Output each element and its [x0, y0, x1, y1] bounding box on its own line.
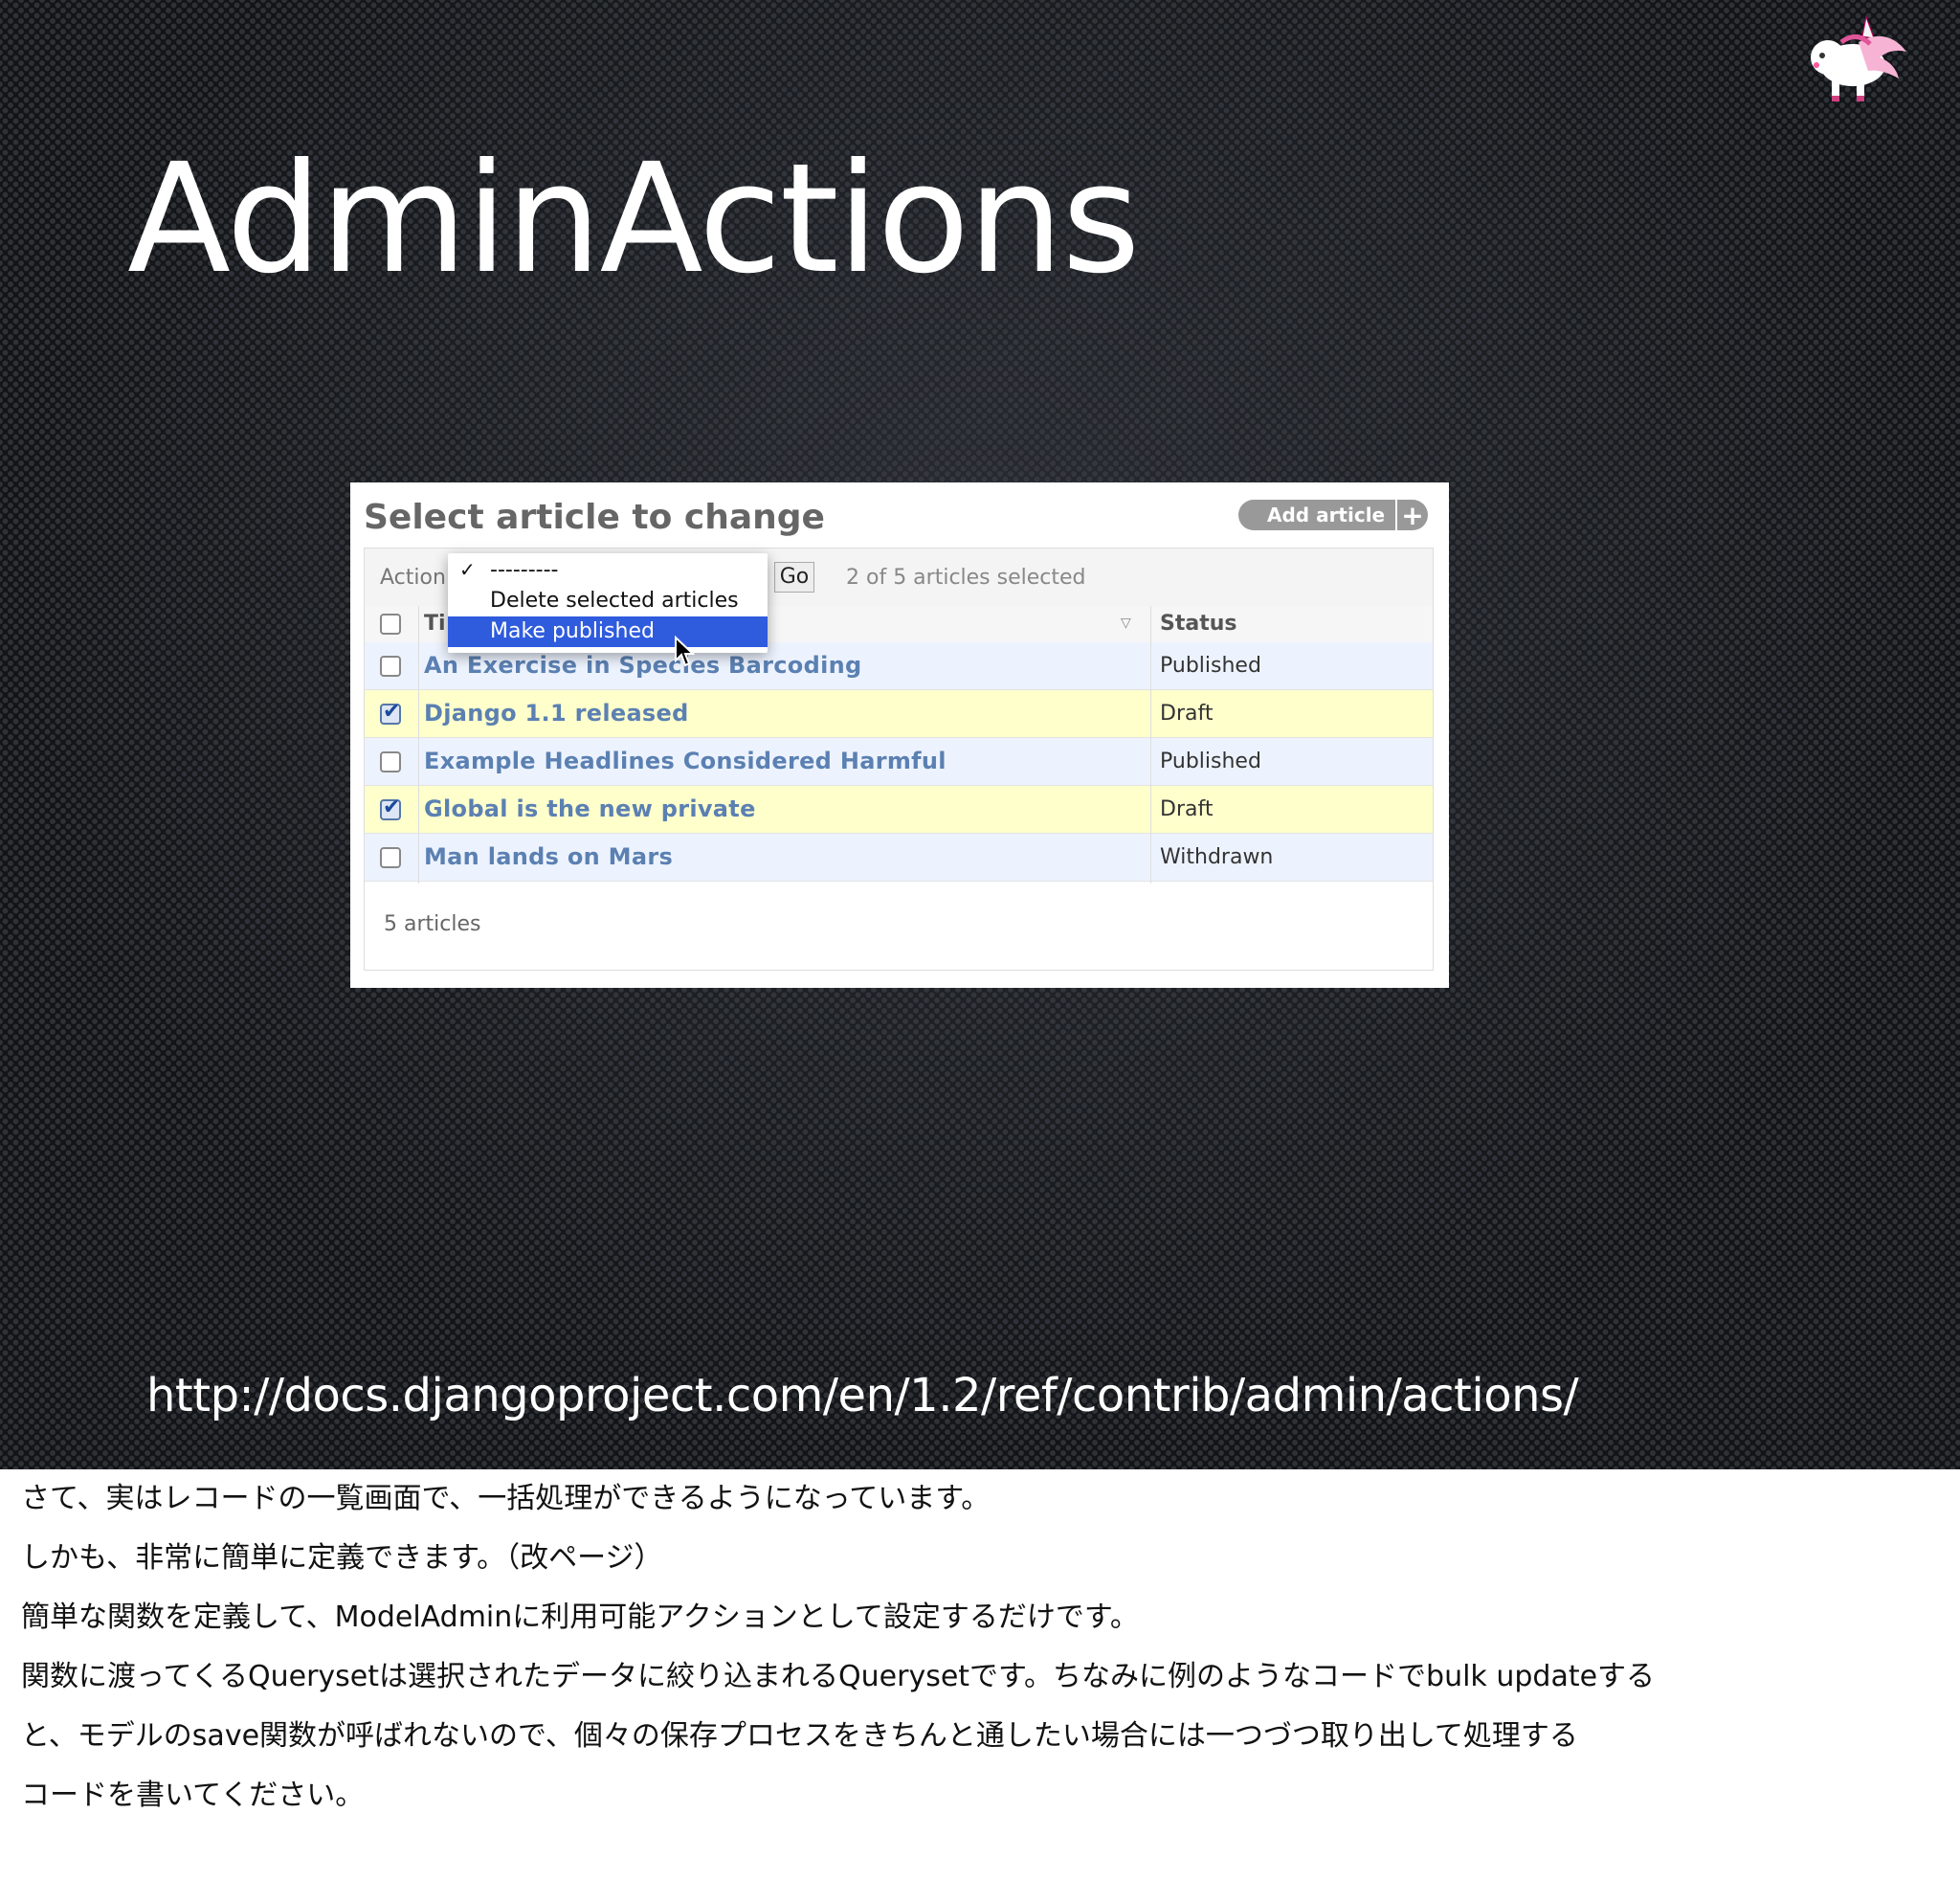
notes-line: 関数に渡ってくるQuerysetは選択されたデータに絞り込まれるQueryset…: [21, 1660, 1656, 1693]
table-row: Example Headlines Considered Harmful Pub…: [365, 738, 1433, 786]
notes-line: と、モデルのsave関数が呼ばれないので、個々の保存プロセスをきちんと通したい場…: [21, 1719, 1578, 1753]
article-status: Withdrawn: [1160, 845, 1274, 869]
column-header-status[interactable]: Status: [1160, 612, 1236, 636]
presentation-slide: AdminActions Select article to change Ad…: [0, 0, 1960, 1469]
go-button[interactable]: Go: [774, 562, 814, 593]
article-status: Published: [1160, 750, 1261, 773]
column-header-title[interactable]: Ti: [424, 612, 446, 636]
dropdown-option-label: Make published: [490, 619, 655, 643]
documentation-url: http://docs.djangoproject.com/en/1.2/ref…: [146, 1369, 1579, 1422]
sort-descending-icon[interactable]: ▽: [1121, 616, 1131, 631]
slide-title: AdminActions: [127, 131, 1141, 307]
dropdown-option-label: ---------: [490, 558, 559, 582]
notes-line: しかも、非常に簡単に定義できます。（改ページ）: [21, 1541, 663, 1575]
select-all-checkbox[interactable]: [380, 614, 401, 635]
selection-counter: 2 of 5 articles selected: [846, 566, 1086, 590]
table-row: Django 1.1 released Draft: [365, 690, 1433, 738]
dropdown-option-label: Delete selected articles: [490, 589, 739, 613]
notes-line: さて、実はレコードの一覧画面で、一括処理ができるようになっています。: [21, 1482, 991, 1515]
dropdown-option-make-published[interactable]: Make published: [448, 616, 768, 647]
result-count: 5 articles: [384, 912, 481, 936]
row-checkbox[interactable]: [380, 751, 401, 772]
article-title-link[interactable]: Django 1.1 released: [424, 700, 689, 727]
article-title-link[interactable]: An Exercise in Species Barcoding: [424, 652, 861, 679]
article-status: Draft: [1160, 797, 1214, 821]
action-dropdown-menu[interactable]: ✓ --------- Delete selected articles Mak…: [448, 553, 768, 653]
table-row: Global is the new private Draft: [365, 786, 1433, 834]
notes-line: 簡単な関数を定義して、ModelAdminに利用可能アクションとして設定するだけ…: [21, 1601, 1139, 1634]
row-checkbox[interactable]: [380, 656, 401, 677]
article-status: Published: [1160, 654, 1261, 678]
mouse-pointer-icon: [675, 636, 695, 667]
add-article-label: Add article: [1267, 504, 1386, 526]
article-status: Draft: [1160, 702, 1214, 726]
table-row: Man lands on Mars Withdrawn: [365, 834, 1433, 882]
unicorn-mascot-icon: [1811, 15, 1906, 101]
dropdown-option-empty[interactable]: ✓ ---------: [448, 555, 768, 586]
article-title-link[interactable]: Man lands on Mars: [424, 843, 673, 870]
dropdown-option-delete-selected[interactable]: Delete selected articles: [448, 586, 768, 616]
article-title-link[interactable]: Global is the new private: [424, 795, 756, 822]
add-article-button[interactable]: Add article +: [1238, 500, 1428, 531]
checkmark-icon: ✓: [459, 558, 476, 581]
column-divider: [1150, 606, 1151, 884]
row-checkbox[interactable]: [380, 700, 401, 725]
article-title-link[interactable]: Example Headlines Considered Harmful: [424, 748, 947, 774]
page-title: Select article to change: [364, 498, 825, 537]
action-label: Action:: [380, 566, 454, 590]
plus-icon: +: [1395, 500, 1428, 531]
row-checkbox[interactable]: [380, 795, 401, 820]
notes-line: コードを書いてください。: [21, 1779, 365, 1812]
row-checkbox[interactable]: [380, 847, 401, 868]
speaker-notes: さて、実はレコードの一覧画面で、一括処理ができるようになっています。 しかも、非…: [21, 1469, 1935, 1825]
column-divider: [418, 606, 419, 884]
